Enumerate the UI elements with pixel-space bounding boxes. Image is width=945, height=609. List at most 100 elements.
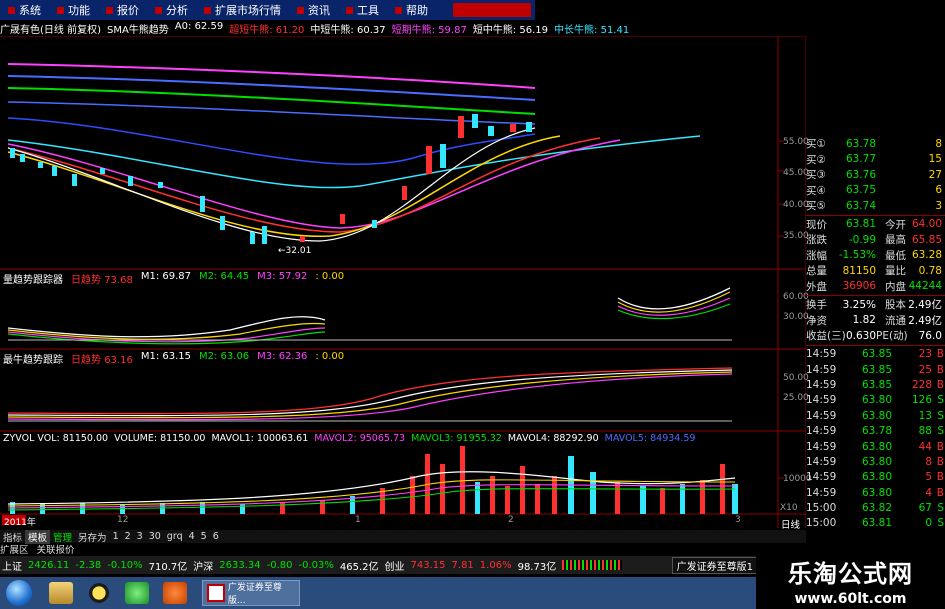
tick-row[interactable]: 14:59 63.80 8 B	[806, 454, 945, 469]
bid-price: 63.76	[845, 168, 876, 181]
ind1-m3: M3: 57.92	[257, 271, 308, 282]
tab-1[interactable]: 1	[110, 531, 122, 542]
tick-row[interactable]: 14:59 63.85 228 B	[806, 377, 945, 392]
tick-row[interactable]: 14:59 63.85 23 B	[806, 347, 945, 362]
ind2-m1: M1: 63.15	[140, 351, 191, 362]
tab-2[interactable]: 2	[122, 531, 134, 542]
axis-label-40: 40.00	[783, 200, 809, 210]
low-price-label: ←32.01	[278, 246, 312, 256]
sh-value: 2426.11	[28, 559, 70, 571]
tab-4[interactable]: 4	[186, 531, 198, 542]
taskbar-app-button[interactable]: 广发证券至尊版...	[202, 580, 300, 606]
ind1-line-white-right	[617, 287, 731, 310]
vol-mavol2: MAVOL2: 95065.73	[314, 433, 406, 444]
vol-mavol4: MAVOL4: 88292.90	[507, 433, 599, 444]
sz-pct: -0.03%	[298, 559, 334, 571]
folder-icon[interactable]	[49, 582, 73, 604]
divider	[806, 214, 945, 216]
time-year: 2011年	[4, 518, 36, 528]
fund-value: 3.25%	[842, 298, 876, 311]
windows-taskbar: 广发证券至尊版...	[0, 577, 756, 609]
stat-label: 外盘	[806, 280, 827, 293]
sh-pct: -0.10%	[107, 559, 143, 571]
fundamentals-list: 换手 3.25% 股本 2.49亿 净资 1.82 流通 2.49亿 收益(三) 0.630 PE(…	[806, 297, 945, 344]
fund-row: 换手 3.25% 股本 2.49亿	[806, 297, 945, 313]
bid-volume: 3	[935, 199, 942, 212]
ind2-m2: M2: 63.06	[199, 351, 250, 362]
stat-label-2: 内盘	[885, 280, 906, 293]
qq-icon[interactable]	[87, 582, 111, 604]
menu-quote[interactable]: 报价	[98, 2, 147, 18]
tick-row[interactable]: 14:59 63.85 25 B	[806, 362, 945, 377]
app-icon[interactable]	[163, 582, 187, 604]
tick-price: 63.80	[861, 455, 892, 468]
ma-line-yellow	[7, 135, 561, 238]
menu-function[interactable]: 功能	[49, 2, 98, 18]
tab-extension[interactable]: 扩展区	[0, 542, 29, 556]
news-ticker[interactable]: 广发证券至尊版1	[671, 556, 758, 574]
vol-mavol3: MAVOL3: 91955.32	[411, 433, 502, 444]
stat-value: 81150	[842, 264, 876, 277]
tick-price: 63.85	[861, 378, 892, 391]
a2-label: 中短牛熊:	[310, 25, 354, 36]
period-label[interactable]: 日线	[781, 517, 800, 531]
tick-row[interactable]: 14:59 63.80 5 B	[806, 470, 945, 485]
a2-value: 60.37	[356, 25, 386, 36]
tick-side: S	[937, 394, 944, 407]
bid-label: 买①	[806, 138, 826, 151]
sh-amount: 710.7亿	[148, 561, 188, 573]
menu-system[interactable]: 系统	[0, 2, 49, 18]
tick-time: 14:59	[806, 394, 837, 407]
tick-row[interactable]: 14:59 63.80 44 B	[806, 439, 945, 454]
tick-row[interactable]: 15:00 63.82 67 S	[806, 500, 945, 515]
stat-value-2: 64.00	[911, 218, 942, 231]
menu-analysis[interactable]: 分析	[147, 2, 196, 18]
menu-help[interactable]: 帮助	[387, 2, 436, 18]
tab-save-as[interactable]: 另存为	[75, 530, 110, 544]
tick-volume: 228	[911, 378, 932, 391]
tab-3[interactable]: 3	[134, 531, 146, 542]
tick-time: 14:59	[806, 363, 837, 376]
tab-grq[interactable]: grq	[164, 531, 186, 542]
tab-30[interactable]: 30	[146, 531, 164, 542]
menu-tools[interactable]: 工具	[338, 2, 387, 18]
stat-value-2: 0.78	[918, 264, 942, 277]
tick-row[interactable]: 14:59 63.80 13 S	[806, 408, 945, 423]
tick-row[interactable]: 14:59 63.80 126 S	[806, 393, 945, 408]
start-orb-icon[interactable]	[6, 580, 32, 606]
vol-mavol1: MAVOL1: 100063.61	[211, 433, 309, 444]
tick-row[interactable]: 14:59 63.80 4 B	[806, 485, 945, 500]
broker-button[interactable]	[453, 3, 531, 17]
axis-label-45: 45.00	[783, 168, 809, 178]
tab-related-quote[interactable]: 关联报价	[37, 542, 75, 556]
ind1-line-yellow-right	[617, 291, 731, 313]
tick-time: 14:59	[806, 471, 837, 484]
time-12: 12	[117, 515, 129, 525]
tick-volume: 0	[925, 517, 932, 530]
browser-icon[interactable]	[125, 582, 149, 604]
menu-icon	[57, 6, 64, 14]
ind2-axis-bottom: 25.00	[783, 393, 809, 403]
a4-value: 56.19	[519, 25, 549, 36]
bid-row: 买⑤ 63.74 3	[806, 198, 945, 214]
tick-row[interactable]: 14:59 63.78 88 S	[806, 423, 945, 438]
tick-list[interactable]: 14:59 63.85 23 B 14:59 63.85 25 B 14:59 63.85 228 B…	[806, 347, 945, 532]
a0-value: A0: 62.59	[174, 21, 224, 32]
divider	[806, 344, 945, 346]
tick-volume: 4	[925, 486, 932, 499]
stat-row: 总量 81150 量比 0.78	[806, 263, 945, 279]
bid-price: 63.78	[845, 137, 876, 150]
menu-icon	[106, 6, 113, 14]
bid-volume: 15	[928, 153, 942, 166]
tick-row[interactable]: 15:00 63.81 0 S	[806, 516, 945, 531]
menu-news[interactable]: 资讯	[289, 2, 338, 18]
main-chart-header: 广晟有色(日线 前复权) SMA牛熊趋势 A0: 62.59 超短牛熊: 61.…	[0, 21, 629, 36]
menu-ext-market[interactable]: 扩展市场行情	[196, 2, 289, 18]
ind2-header: 最牛趋势跟踪 日趋势 63.16 M1: 63.15 M2: 63.06 M3:…	[3, 351, 344, 366]
tab-5[interactable]: 5	[198, 531, 210, 542]
tab-6[interactable]: 6	[210, 531, 222, 542]
tick-side: S	[937, 517, 944, 530]
extension-tabbar: 扩展区 关联报价	[0, 542, 806, 556]
index-statusbar: 上证 2426.11 -2.38 -0.10% 710.7亿 沪深 2633.3…	[0, 556, 758, 574]
a5-label: 中长牛熊:	[554, 25, 598, 36]
